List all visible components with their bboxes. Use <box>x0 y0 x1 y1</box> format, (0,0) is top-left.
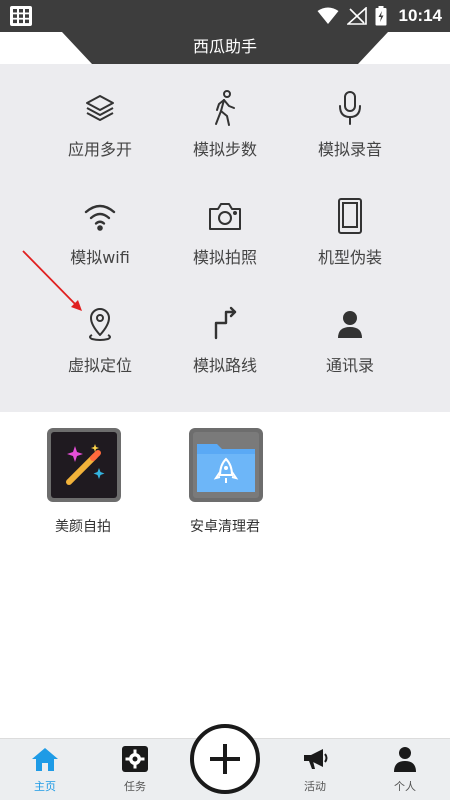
feature-label: 模拟录音 <box>317 140 382 159</box>
wifi-icon <box>80 196 120 236</box>
magic-wand-icon <box>51 432 117 498</box>
battery-icon <box>375 6 387 26</box>
status-bar: 10:14 <box>0 0 450 32</box>
app-beauty-selfie[interactable]: 美颜自拍 <box>28 428 138 558</box>
layers-icon <box>80 88 120 128</box>
rocket-folder-icon <box>193 432 259 498</box>
person-icon <box>394 747 416 772</box>
tab-label: 任务 <box>124 780 146 793</box>
feature-label: 通讯录 <box>325 356 374 375</box>
walking-icon <box>205 88 245 128</box>
gear-icon <box>122 746 148 772</box>
app-label: 安卓清理君 <box>190 519 260 535</box>
tab-profile[interactable]: 个人 <box>370 739 440 800</box>
megaphone-icon <box>304 749 328 769</box>
add-button[interactable] <box>190 724 260 794</box>
microphone-icon <box>330 88 370 128</box>
tab-label: 活动 <box>304 780 326 793</box>
tab-activity[interactable]: 活动 <box>280 739 350 800</box>
feature-contacts[interactable]: 通讯录 <box>275 290 425 398</box>
tab-home[interactable]: 主页 <box>10 739 80 800</box>
home-icon <box>32 748 58 771</box>
app-android-cleaner[interactable]: 安卓清理君 <box>170 428 280 558</box>
feature-device-disguise[interactable]: 机型伪装 <box>275 182 425 290</box>
header-title-tab: 西瓜助手 <box>62 32 388 64</box>
camera-icon <box>205 196 245 236</box>
wifi-icon <box>317 7 339 24</box>
app-icon-tile <box>189 428 263 502</box>
tab-label: 主页 <box>34 780 56 793</box>
app-icon-tile <box>47 428 121 502</box>
app-label: 美颜自拍 <box>55 519 111 535</box>
feature-recording[interactable]: 模拟录音 <box>275 74 425 182</box>
feature-label: 机型伪装 <box>317 248 382 267</box>
tab-tasks[interactable]: 任务 <box>100 739 170 800</box>
feature-grid: 应用多开 模拟步数 模拟录音 模拟wifi 模拟拍照 机型伪装 虚拟定位 模拟路… <box>0 64 450 412</box>
clock: 10:14 <box>398 6 442 25</box>
tab-label: 个人 <box>394 780 416 793</box>
grid-icon <box>10 6 32 26</box>
annotation-arrow <box>22 250 82 311</box>
contact-icon <box>330 304 370 344</box>
route-icon <box>205 304 245 344</box>
app-title: 西瓜助手 <box>192 37 257 56</box>
phone-device-icon <box>330 196 370 236</box>
signal-off-icon <box>346 7 367 25</box>
